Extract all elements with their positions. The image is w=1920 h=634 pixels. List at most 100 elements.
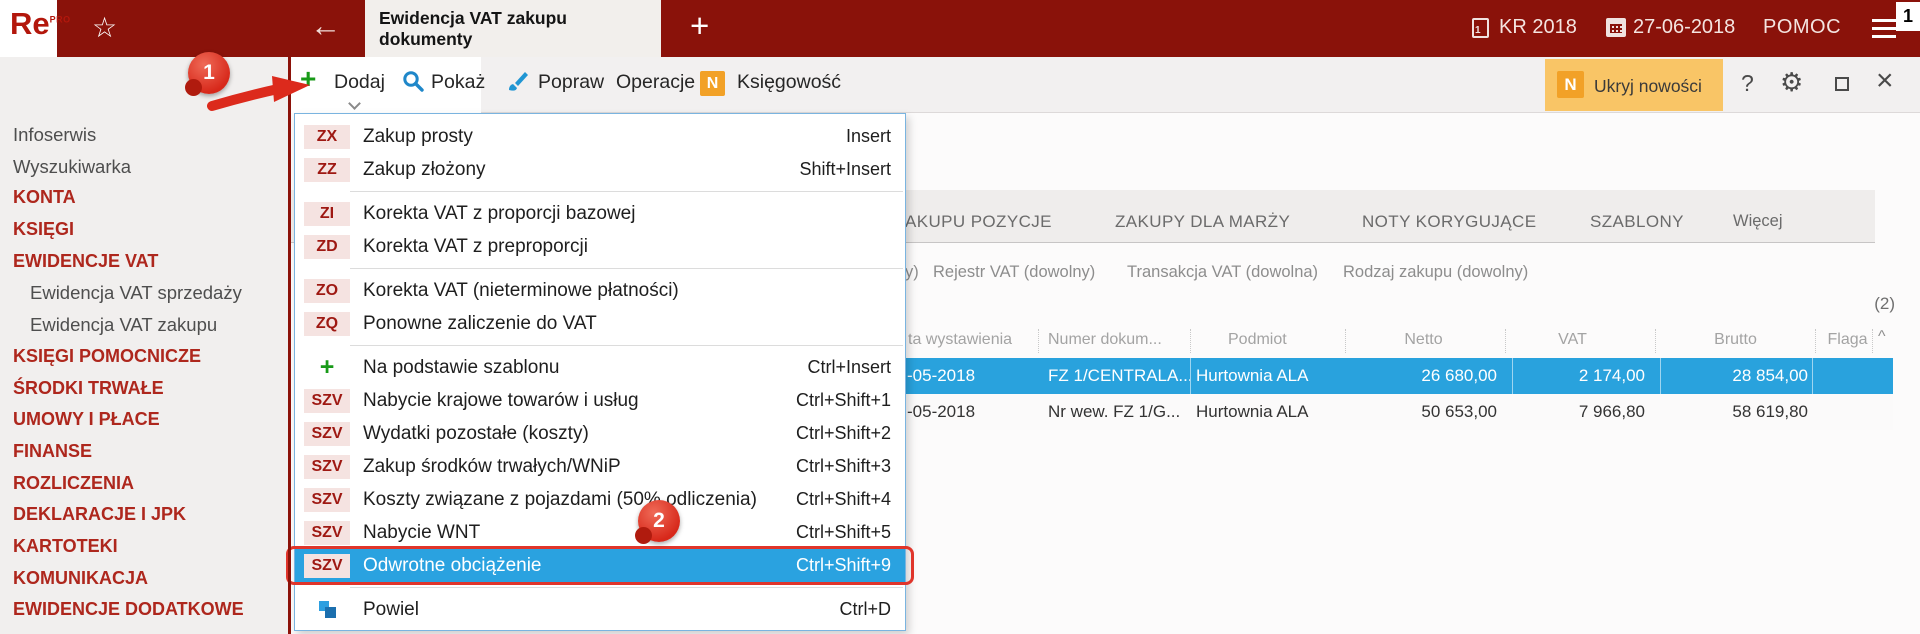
tab-noty-korygujące[interactable]: NOTY KORYGUJĄCE [1362,212,1536,232]
menu-item-label: Korekta VAT z preproporcji [363,236,588,258]
restore-window-icon[interactable] [1835,77,1849,91]
filter-rejestr-vat-dowolny[interactable]: Rejestr VAT (dowolny) [933,263,1095,282]
help-icon[interactable]: ? [1741,70,1754,97]
menu-item-shortcut: Ctrl+Shift+1 [796,390,891,411]
menu-item-odwrotne-obciążenie[interactable]: SZVOdwrotne obciążenieCtrl+Shift+9 [295,549,905,582]
help-menu[interactable]: POMOC [1763,16,1841,39]
period-selector[interactable]: KR 2018 [1499,16,1577,39]
notification-badge[interactable]: 1 [1896,2,1920,31]
row-column-separator [1660,358,1661,394]
filter-y[interactable]: y) [905,263,919,282]
column-divider [1190,329,1191,353]
sidebar-item-księgi-pomocnicze[interactable]: KSIĘGI POMOCNICZE [0,341,288,373]
menu-item-powiel[interactable]: PowielCtrl+D [295,593,905,626]
column-header-brutto[interactable]: Brutto [1663,331,1808,349]
sidebar-item-komunikacja[interactable]: KOMUNIKACJA [0,563,288,595]
filter-rodzaj-zakupu-dowolny[interactable]: Rodzaj zakupu (dowolny) [1343,263,1528,282]
sidebar-item-konta[interactable]: KONTA [0,182,288,214]
sidebar-item-księgi[interactable]: KSIĘGI [0,214,288,246]
sidebar-item-ewidencja-vat-zakupu[interactable]: Ewidencja VAT zakupu [0,309,288,341]
menu-item-nabycie-wnt[interactable]: SZVNabycie WNTCtrl+Shift+5 [295,516,905,549]
column-header-netto[interactable]: Netto [1350,331,1497,349]
tab-title-line1: Ewidencja VAT zakupu [379,8,647,29]
menu-separator [350,587,903,588]
hamburger-menu-icon[interactable] [1872,19,1896,38]
sidebar-item-wyszukiwarka[interactable]: Wyszukiwarka [0,151,288,183]
menu-item-korekta-vat-nieterminowe-płatności[interactable]: ZOKorekta VAT (nieterminowe płatności) [295,274,905,307]
tab-zakupy-dla-marży[interactable]: ZAKUPY DLA MARŻY [1115,212,1290,232]
active-module-tab[interactable]: Ewidencja VAT zakupu dokumenty [365,0,661,57]
app-logo[interactable]: RePRO [0,0,57,57]
menu-item-label: Nabycie krajowe towarów i usług [363,390,639,412]
top-bar: RePRO ☆ ← Ewidencja VAT zakupu dokumenty… [0,0,1920,57]
doc-type-badge: SZV [304,389,350,413]
menu-item-korekta-vat-z-proporcji-bazowej[interactable]: ZIKorekta VAT z proporcji bazowej [295,197,905,230]
column-header-vat[interactable]: VAT [1500,331,1645,349]
sidebar-item-infoserwis[interactable]: Infoserwis [0,119,288,151]
menu-item-zakup-prosty[interactable]: ZXZakup prostyInsert [295,120,905,153]
menu-item-label: Koszty związane z pojazdami (50% odlicze… [363,489,757,511]
cell-party: Hurtownia ALA [1196,402,1346,422]
menu-item-shortcut: Ctrl+Shift+3 [796,456,891,477]
show-button[interactable]: Pokaż [431,71,485,94]
cell-number: FZ 1/CENTRALA... [1048,366,1190,386]
filter-transakcja-vat-dowolna[interactable]: Transakcja VAT (dowolna) [1127,263,1318,282]
sidebar-item-kartoteki[interactable]: KARTOTEKI [0,531,288,563]
operations-button[interactable]: Operacje [616,71,695,94]
tab-szablony[interactable]: SZABLONY [1590,212,1684,232]
back-arrow-icon[interactable]: ← [310,8,341,44]
sidebar-item-umowy-i-płace[interactable]: UMOWY I PŁACE [0,404,288,436]
menu-item-label: Na podstawie szablonu [363,357,559,379]
brush-icon[interactable] [505,68,531,94]
scroll-up-icon[interactable]: ^ [1878,328,1886,346]
menu-item-na-podstawie-szablonu[interactable]: +Na podstawie szablonuCtrl+Insert [295,351,905,384]
cell-netto: 26 680,00 [1350,366,1497,386]
column-divider [1815,329,1816,353]
sidebar-item-rozliczenia[interactable]: ROZLICZENIA [0,468,288,500]
menu-item-korekta-vat-z-preproporcji[interactable]: ZD Korekta VAT z preproporcji [295,230,905,263]
menu-item-shortcut: Ctrl+D [839,599,891,620]
sidebar-item-deklaracje-i-jpk[interactable]: DEKLARACJE I JPK [0,499,288,531]
cell-party: Hurtownia ALA [1196,366,1346,386]
doc-type-badge: SZV [304,422,350,446]
menu-item-koszty-związane-z-pojazdami-50-odliczenia[interactable]: SZVKoszty związane z pojazdami (50% odli… [295,483,905,516]
doc-type-badge: ZD [304,235,350,259]
menu-item-label: Ponowne zaliczenie do VAT [363,313,597,335]
menu-item-shortcut: Shift+Insert [799,159,891,180]
tab-więcej[interactable]: Więcej [1733,212,1783,231]
new-tab-icon[interactable]: + [690,7,709,45]
column-header-date[interactable]: ta wystawienia [908,331,1012,349]
edit-button[interactable]: Popraw [538,71,604,94]
menu-item-zakup-złożony[interactable]: ZZZakup złożonyShift+Insert [295,153,905,186]
menu-item-ponowne-zaliczenie-do-vat[interactable]: ZQPonowne zaliczenie do VAT [295,307,905,340]
sidebar-item-ewidencje-dodatkowe[interactable]: EWIDENCJE DODATKOWE [0,594,288,626]
close-icon[interactable]: × [1876,64,1894,98]
column-header-number[interactable]: Numer dokum... [1048,331,1162,349]
column-header-party[interactable]: Podmiot [1228,331,1287,349]
search-show-icon[interactable] [402,70,424,92]
menu-item-zakup-środków-trwałych-wnip[interactable]: SZVZakup środków trwałych/WNiPCtrl+Shift… [295,450,905,483]
cell-netto: 50 653,00 [1350,402,1497,422]
gear-icon[interactable]: ⚙ [1780,67,1803,98]
sidebar-item-środki-trwałe[interactable]: ŚRODKI TRWAŁE [0,373,288,405]
accounting-button[interactable]: Księgowość [737,71,841,94]
sidebar-item-finanse[interactable]: FINANSE [0,436,288,468]
row-column-separator [1512,358,1513,394]
sidebar-item-ewidencje-vat[interactable]: EWIDENCJE VAT [0,246,288,278]
sidebar: InfoserwisWyszukiwarkaKONTAKSIĘGIEWIDENC… [0,57,288,634]
date-selector[interactable]: 27-06-2018 [1633,16,1735,39]
hide-news-label[interactable]: Ukryj nowości [1594,76,1702,97]
menu-item-wydatki-pozostałe-koszty[interactable]: SZVWydatki pozostałe (koszty)Ctrl+Shift+… [295,417,905,450]
add-button[interactable]: Dodaj [334,71,385,94]
menu-item-label: Wydatki pozostałe (koszty) [363,423,589,445]
annotation-step-2: 2 [638,500,680,542]
menu-item-nabycie-krajowe-towarów-i-usług[interactable]: SZV Nabycie krajowe towarów i usług Ctrl+S… [295,384,905,417]
menu-item-label: Korekta VAT (nieterminowe płatności) [363,280,679,302]
calendar-icon [1606,18,1626,37]
doc-type-badge: SZV [304,521,350,545]
menu-item-shortcut: Ctrl+Shift+4 [796,489,891,510]
sidebar-item-ewidencja-vat-sprzedaży[interactable]: Ewidencja VAT sprzedaży [0,277,288,309]
tab-akupu-pozycje[interactable]: AKUPU POZYCJE [905,212,1052,232]
column-header-flag[interactable]: Flaga [1820,331,1875,349]
favorites-star-icon[interactable]: ☆ [92,11,117,44]
